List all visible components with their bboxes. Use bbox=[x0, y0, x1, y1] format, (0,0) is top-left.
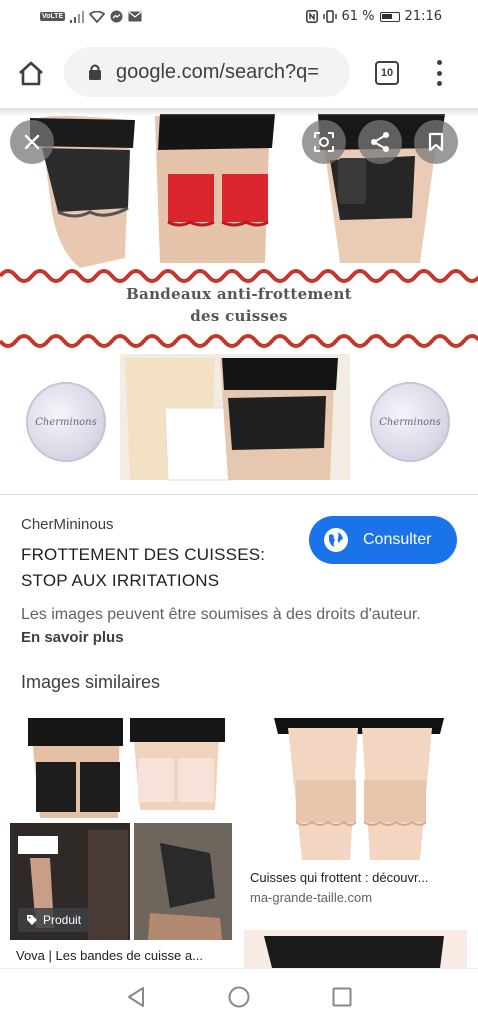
lens-icon[interactable] bbox=[302, 120, 346, 164]
watermark-seal-right: Cherminons bbox=[370, 382, 450, 462]
more-vert-icon[interactable] bbox=[431, 60, 447, 86]
product-badge: Produit bbox=[18, 908, 90, 932]
url-text: google.com/search?q= bbox=[116, 60, 319, 83]
close-icon[interactable] bbox=[10, 120, 54, 164]
similar-title-1: Vova | Les bandes de cuisse a... bbox=[16, 948, 203, 963]
messenger-icon bbox=[110, 10, 123, 23]
similar-image-3 bbox=[244, 930, 467, 968]
result-title[interactable]: FROTTEMENT DES CUISSES: STOP AUX IRRITAT… bbox=[21, 542, 291, 594]
globe-icon bbox=[324, 528, 348, 552]
share-icon[interactable] bbox=[358, 120, 402, 164]
recents-icon[interactable] bbox=[330, 985, 354, 1009]
wifi-icon bbox=[89, 10, 106, 23]
bookmark-icon[interactable] bbox=[414, 120, 458, 164]
battery-icon bbox=[379, 11, 400, 22]
source-name[interactable]: CherMininous bbox=[21, 516, 114, 533]
battery-percent: 61 % bbox=[341, 9, 375, 24]
similar-image-1: Produit bbox=[10, 718, 232, 940]
similar-title-2: Cuisses qui frottent : découvr... bbox=[250, 870, 429, 885]
tag-icon bbox=[27, 915, 37, 925]
copyright-notice: Les images peuvent être soumises à des d… bbox=[21, 606, 421, 623]
status-bar: VoLTE 61 % 21:16 bbox=[0, 0, 478, 36]
back-icon[interactable] bbox=[124, 985, 148, 1009]
hero-image[interactable]: Bandeaux anti-frottement des cuisses Che… bbox=[0, 108, 478, 494]
vibrate-icon bbox=[322, 10, 337, 23]
consult-button[interactable]: Consulter bbox=[309, 516, 457, 564]
volte-badge: VoLTE bbox=[40, 12, 66, 21]
clock: 21:16 bbox=[404, 9, 442, 24]
similar-images-heading: Images similaires bbox=[21, 672, 161, 692]
similar-card-3[interactable] bbox=[244, 930, 467, 968]
learn-more-link[interactable]: En savoir plus bbox=[21, 629, 124, 646]
tabs-button[interactable]: 10 bbox=[375, 61, 399, 85]
browser-toolbar: google.com/search?q= 10 bbox=[0, 36, 478, 108]
hero-caption-line1: Bandeaux anti-frottement bbox=[126, 285, 352, 303]
system-nav-bar bbox=[0, 968, 478, 1024]
similar-card-1[interactable]: Produit Vova | Les bandes de cuisse a... bbox=[10, 718, 232, 968]
nfc-icon bbox=[305, 10, 318, 23]
tab-count: 10 bbox=[380, 67, 394, 79]
similar-image-2 bbox=[244, 718, 467, 860]
lock-icon bbox=[89, 64, 101, 80]
watermark-seal-left: Cherminons bbox=[26, 382, 106, 462]
hero-caption-line2: des cuisses bbox=[190, 307, 288, 325]
similar-card-2[interactable]: Cuisses qui frottent : découvr... ma-gra… bbox=[244, 718, 467, 918]
mail-icon bbox=[128, 11, 142, 22]
similar-domain-2: ma-grande-taille.com bbox=[250, 890, 373, 905]
home-icon[interactable] bbox=[16, 58, 46, 88]
consult-label: Consulter bbox=[363, 531, 432, 548]
signal-icon bbox=[70, 10, 85, 23]
url-bar[interactable]: google.com/search?q= bbox=[64, 47, 350, 97]
home-circle-icon[interactable] bbox=[227, 985, 251, 1009]
